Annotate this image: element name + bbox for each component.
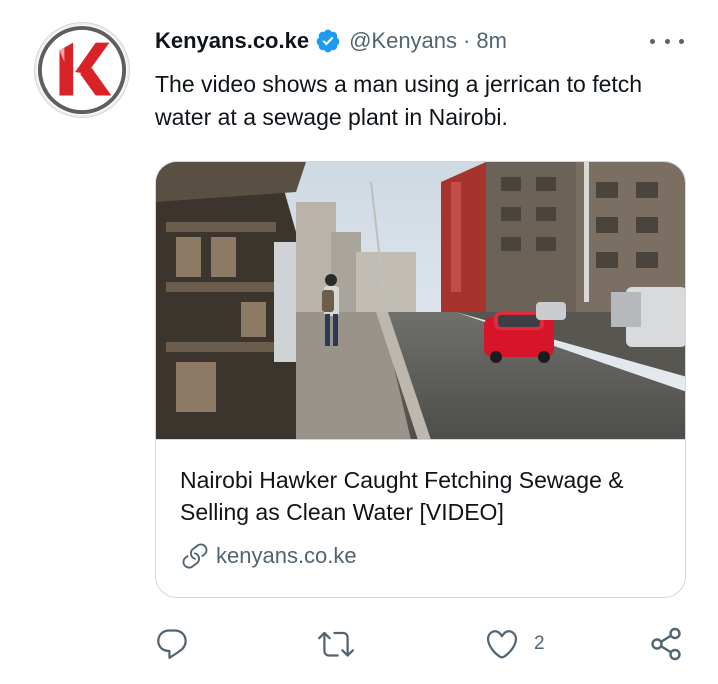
like-button[interactable]: 2 xyxy=(484,622,545,666)
street-photo xyxy=(156,162,685,439)
card-title[interactable]: Nairobi Hawker Caught Fetching Sewage & … xyxy=(180,464,670,528)
tweet-header: Kenyans.co.ke @Kenyans · 8m xyxy=(155,24,698,58)
verified-badge-icon xyxy=(316,29,340,53)
heart-icon xyxy=(486,630,518,659)
separator: · xyxy=(463,28,471,53)
author-name[interactable]: Kenyans.co.ke xyxy=(155,24,309,58)
action-bar: 2 xyxy=(150,622,700,666)
card-domain-text: kenyans.co.ke xyxy=(216,543,357,568)
share-icon xyxy=(651,627,681,661)
avatar[interactable] xyxy=(34,22,130,118)
reply-icon xyxy=(157,629,187,659)
retweet-button[interactable] xyxy=(318,622,368,666)
timestamp[interactable]: 8m xyxy=(476,24,507,58)
author-handle[interactable]: @Kenyans xyxy=(349,24,457,58)
more-horizontal-icon[interactable] xyxy=(650,26,684,56)
tweet-text: The video shows a man using a jerrican t… xyxy=(155,71,643,130)
like-count: 2 xyxy=(534,633,545,654)
card-domain[interactable]: kenyans.co.ke xyxy=(180,539,357,573)
kenyans-logo-icon xyxy=(36,24,128,116)
retweet-icon xyxy=(318,631,354,657)
tweet: Kenyans.co.ke @Kenyans · 8m The video sh… xyxy=(0,0,718,684)
card-image[interactable] xyxy=(156,162,685,440)
reply-button[interactable] xyxy=(154,622,204,666)
link-card[interactable]: Nairobi Hawker Caught Fetching Sewage & … xyxy=(155,161,686,598)
share-button[interactable] xyxy=(648,622,684,666)
link-icon xyxy=(182,543,208,569)
